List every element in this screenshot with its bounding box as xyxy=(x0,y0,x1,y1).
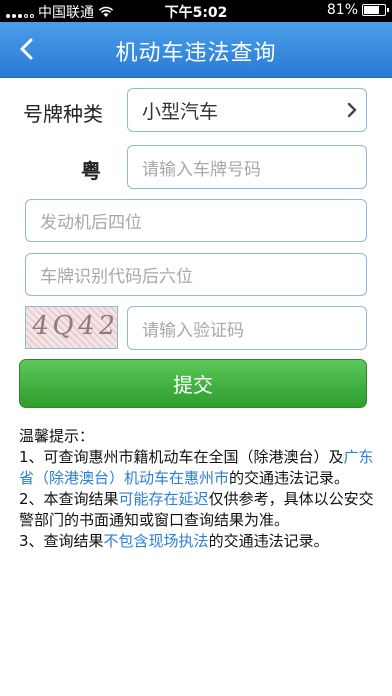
tip-2-highlight: 可能存在延迟 xyxy=(118,490,209,508)
battery-percent: 81% xyxy=(326,2,358,18)
captcha-text: 4Q42 xyxy=(29,311,118,341)
page-title: 机动车违法查询 xyxy=(115,41,277,66)
plate-type-value: 小型汽车 xyxy=(142,100,219,123)
engine-number-input[interactable]: 发动机后四位 xyxy=(25,199,367,242)
captcha-image[interactable]: 4Q42 xyxy=(25,306,118,349)
tips-section: 温馨提示： 1、可查询惠州市籍机动车在全国（除港澳台）及广东省（除港澳台）机动车… xyxy=(19,426,375,552)
vin-input[interactable]: 车牌识别代码后六位 xyxy=(25,253,367,296)
submit-button[interactable]: 提交 xyxy=(19,359,367,408)
tip-3-highlight: 不包含现场执法 xyxy=(103,532,209,550)
tips-heading: 温馨提示： xyxy=(19,427,95,445)
status-right: 81% xyxy=(326,2,389,18)
captcha-input[interactable]: 请输入验证码 xyxy=(127,306,367,350)
tip-3: 3、查询结果不包含现场执法的交通违法记录。 xyxy=(19,532,329,550)
plate-number-input[interactable]: 请输入车牌号码 xyxy=(127,145,367,189)
plate-type-select[interactable]: 小型汽车 xyxy=(127,88,367,132)
nav-bar: 机动车违法查询 xyxy=(0,22,392,78)
vin-placeholder: 车牌识别代码后六位 xyxy=(40,267,193,287)
status-bar: 中国联通 下午5:02 81% xyxy=(0,0,392,22)
engine-number-placeholder: 发动机后四位 xyxy=(40,213,142,233)
tip-1: 1、可查询惠州市籍机动车在全国（除港澳台）及广东省（除港澳台）机动车在惠州市的交… xyxy=(19,448,374,487)
chevron-right-icon xyxy=(347,102,357,118)
captcha-placeholder: 请输入验证码 xyxy=(142,320,244,341)
plate-type-label: 号牌种类 xyxy=(23,102,103,126)
province-label: 粤 xyxy=(81,159,101,183)
battery-icon xyxy=(362,4,389,16)
tip-2: 2、本查询结果可能存在延迟仅供参考，具体以公安交警部门的书面通知或窗口查询结果为… xyxy=(19,490,374,529)
plate-number-placeholder: 请输入车牌号码 xyxy=(142,159,261,180)
